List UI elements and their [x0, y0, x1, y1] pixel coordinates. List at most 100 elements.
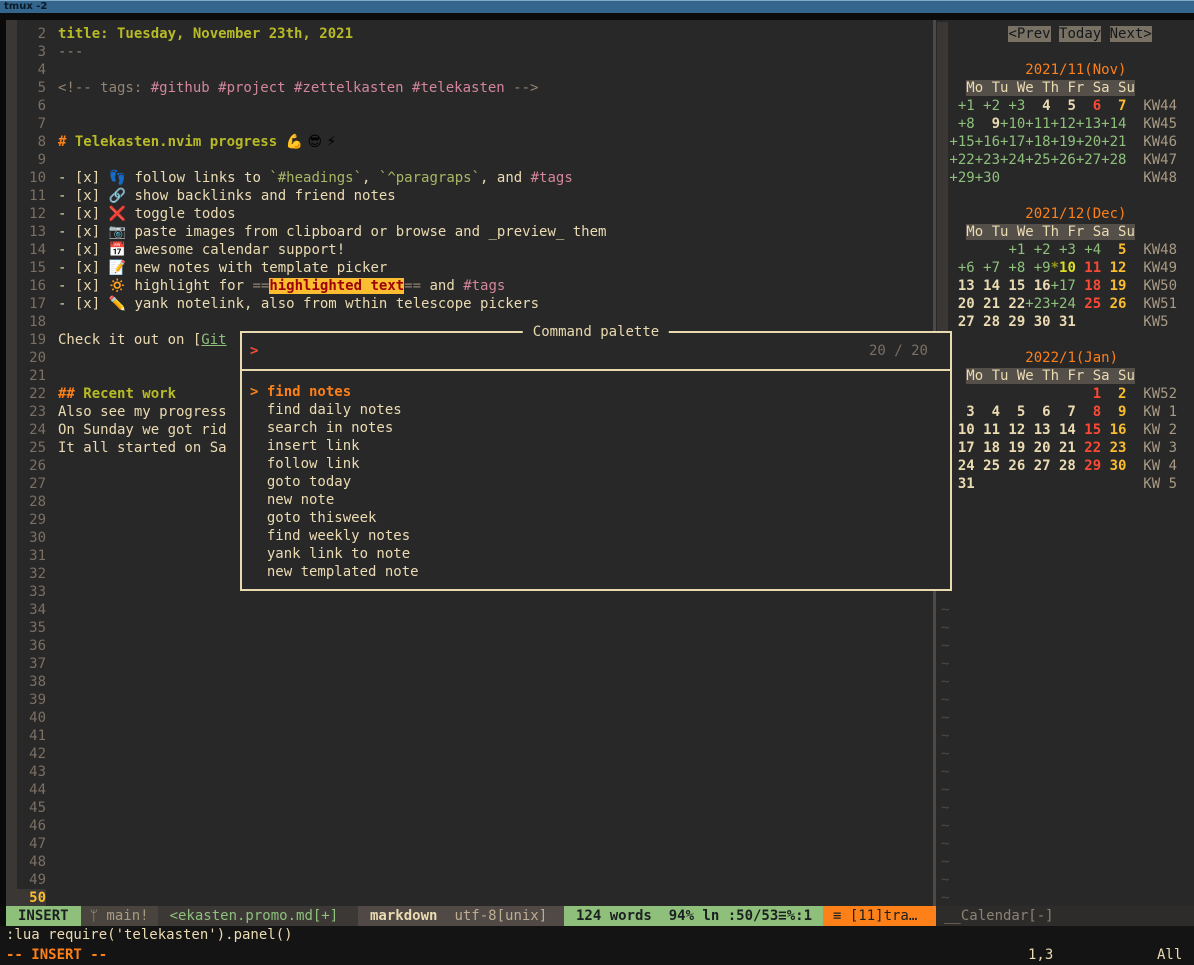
editor-segment: ==: [404, 278, 421, 294]
calendar-day[interactable]: +23+24: [1025, 296, 1076, 312]
calendar-day[interactable]: +8: [941, 116, 975, 132]
palette-item[interactable]: new templated note: [250, 563, 942, 581]
calendar-day[interactable]: 24 25 26 27 28: [941, 458, 1076, 474]
calendar-row: ~: [941, 889, 1177, 906]
command-line[interactable]: :lua require('telekasten').panel(): [0, 926, 1194, 945]
calendar-day[interactable]: 4 5: [1025, 98, 1076, 114]
editor-line: 38: [17, 673, 933, 691]
editor-line: 36: [17, 637, 933, 655]
calendar-nav-button[interactable]: <Prev: [1008, 26, 1050, 42]
calendar-day[interactable]: 10: [1059, 260, 1076, 276]
editor-line: 18: [17, 313, 933, 331]
calendar-day[interactable]: 27 28 29 30 31: [941, 314, 1076, 330]
editor-line: 8 # Telekasten.nvim progress 💪 😎 ⚡: [17, 133, 933, 151]
calendar-day[interactable]: 25: [1076, 296, 1101, 312]
calendar-day[interactable]: 22: [1076, 440, 1101, 456]
calendar-nav-button[interactable]: Today: [1059, 26, 1101, 42]
filetype-segment: markdownutf-8[unix]: [358, 906, 564, 926]
calendar-day[interactable]: 10 11 12 13 14: [941, 422, 1076, 438]
calendar-day[interactable]: +10+11+12+13+14: [1000, 116, 1126, 132]
calendar-text: KW44: [1126, 98, 1177, 114]
ruler-line: -- INSERT -- 1,3 All: [0, 945, 1194, 965]
calendar-nav-button[interactable]: Next>: [1110, 26, 1152, 42]
calendar-row: ~: [941, 871, 1177, 889]
calendar-day[interactable]: 16: [1101, 422, 1126, 438]
palette-item[interactable]: > find notes: [250, 383, 942, 401]
calendar-row: Mo Tu We Th Fr Sa Su: [941, 367, 1177, 385]
palette-item[interactable]: goto thisweek: [250, 509, 942, 527]
calendar-day[interactable]: 18: [1076, 278, 1101, 294]
editor-line: 9: [17, 151, 933, 169]
line-number: 38: [17, 673, 46, 691]
calendar-day[interactable]: +29+30: [941, 170, 1000, 186]
tilde-marker: ~: [941, 656, 949, 672]
editor-line: 5<!-- tags: #github #project #zettelkast…: [17, 79, 933, 97]
calendar-day[interactable]: +15+16+17+18+19+20+21: [941, 134, 1126, 150]
calendar-day[interactable]: 5: [1101, 242, 1126, 258]
calendar-row: 2021/12(Dec): [941, 205, 1177, 223]
line-number: 15: [17, 259, 46, 277]
editor-segment: ✏️: [109, 296, 126, 312]
palette-item[interactable]: new note: [250, 491, 942, 509]
editor-segment: ##: [58, 386, 83, 402]
editor-segment: #tags: [463, 278, 505, 294]
calendar-day[interactable]: 7: [1101, 98, 1126, 114]
palette-item[interactable]: goto today: [250, 473, 942, 491]
editor-segment: ==: [252, 278, 269, 294]
line-number: 8: [17, 133, 46, 151]
calendar-row: 2021/11(Nov): [941, 61, 1177, 79]
calendar-day[interactable]: 15: [1076, 422, 1101, 438]
calendar-day[interactable]: 9: [975, 116, 1000, 132]
calendar-day[interactable]: +1 +2 +3: [941, 98, 1025, 114]
calendar-day[interactable]: 12: [1101, 260, 1126, 276]
calendar-day[interactable]: 3 4 5 6 7: [941, 404, 1076, 420]
palette-item[interactable]: find daily notes: [250, 401, 942, 419]
editor-segment: `#headings`: [269, 170, 362, 186]
calendar-day[interactable]: 6: [1076, 98, 1101, 114]
calendar-text: 2022/1(Jan): [1025, 350, 1118, 366]
calendar-row: ~: [941, 763, 1177, 781]
calendar-day[interactable]: 29: [1076, 458, 1101, 474]
editor-line: 41: [17, 727, 933, 745]
calendar-window[interactable]: <Prev Today Next> 2021/11(Nov) Mo Tu We …: [936, 20, 1194, 906]
calendar-day[interactable]: 23: [1101, 440, 1126, 456]
palette-item[interactable]: follow link: [250, 455, 942, 473]
calendar-text: *: [1051, 260, 1059, 276]
calendar-text: [1000, 170, 1126, 186]
calendar-day[interactable]: 19: [1101, 278, 1126, 294]
calendar-day[interactable]: +22+23+24+25+26+27+28: [941, 152, 1126, 168]
calendar-text: [941, 350, 1025, 366]
editor-line: 14- [x] 📅 awesome calendar support!: [17, 241, 933, 259]
calendar-day[interactable]: 9: [1101, 404, 1126, 420]
calendar-day[interactable]: 20 21 22: [941, 296, 1025, 312]
line-number: 42: [17, 745, 46, 763]
line-text: # Telekasten.nvim progress 💪 😎 ⚡: [58, 134, 336, 150]
palette-item[interactable]: find weekly notes: [250, 527, 942, 545]
editor-segment: show backlinks and friend notes: [126, 188, 396, 204]
calendar-text: 2021/11(Nov): [1025, 62, 1126, 78]
calendar-day[interactable]: +1 +2 +3 +4: [1000, 242, 1101, 258]
editor-line: 7: [17, 115, 933, 133]
line-text: - [x] ✏️ yank notelink, also from wthin …: [58, 296, 539, 312]
editor-segment: - [x]: [58, 296, 109, 312]
palette-item[interactable]: yank link to note: [250, 545, 942, 563]
calendar-day[interactable]: 8: [1076, 404, 1101, 420]
calendar-day[interactable]: 2: [1101, 386, 1126, 402]
calendar-day[interactable]: 13 14 15 16: [941, 278, 1051, 294]
calendar-day[interactable]: 17 18 19 20 21: [941, 440, 1076, 456]
editor-line: 11- [x] 🔗 show backlinks and friend note…: [17, 187, 933, 205]
palette-item[interactable]: insert link: [250, 437, 942, 455]
calendar-text: [1076, 314, 1127, 330]
calendar-day[interactable]: 26: [1101, 296, 1126, 312]
calendar-day[interactable]: +6 +7 +8 +9: [941, 260, 1051, 276]
left-scrollbar[interactable]: [6, 20, 17, 906]
palette-item[interactable]: search in notes: [250, 419, 942, 437]
calendar-day[interactable]: 11: [1076, 260, 1101, 276]
line-number: 28: [17, 493, 46, 511]
line-text: ---: [58, 44, 83, 60]
calendar-row: ~: [941, 601, 1177, 619]
calendar-day[interactable]: +17: [1051, 278, 1076, 294]
editor-line: 47: [17, 835, 933, 853]
calendar-day[interactable]: 1: [1076, 386, 1101, 402]
calendar-day[interactable]: 30: [1101, 458, 1126, 474]
